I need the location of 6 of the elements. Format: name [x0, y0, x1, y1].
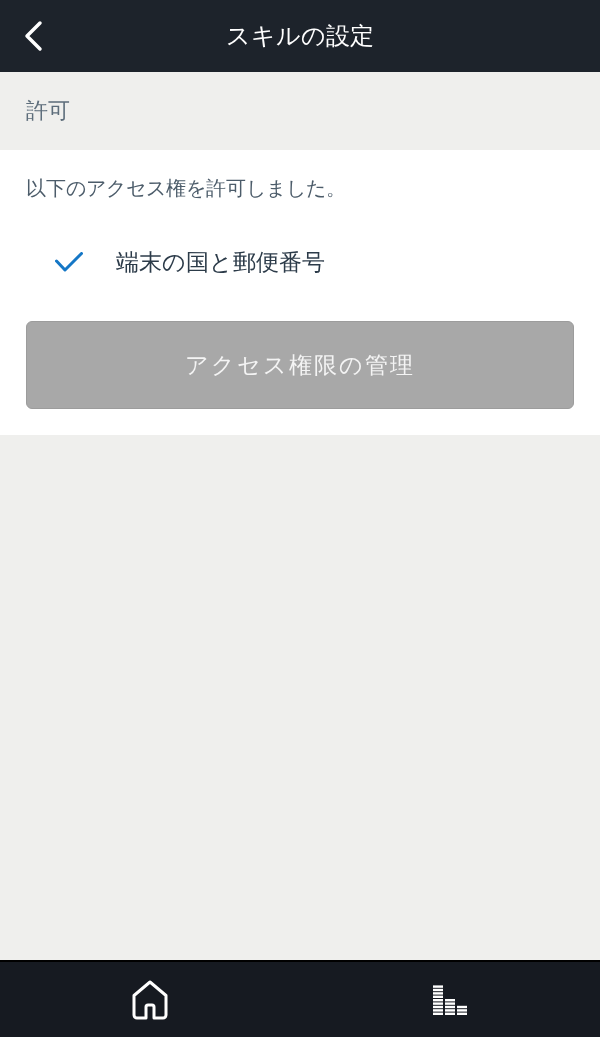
permissions-intro: 以下のアクセス権を許可しました。	[26, 175, 346, 202]
bar-stack-icon[interactable]	[433, 984, 467, 1015]
permission-label: 端末の国と郵便番号	[116, 248, 325, 277]
section-heading: 許可	[26, 97, 70, 125]
screen-title: スキルの設定	[226, 21, 374, 52]
home-icon[interactable]	[131, 979, 169, 1020]
